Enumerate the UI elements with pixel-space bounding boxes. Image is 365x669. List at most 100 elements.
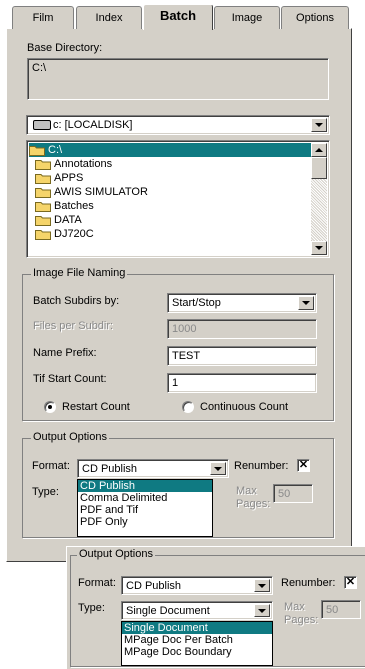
tab-film[interactable]: Film [12,6,74,29]
base-directory-label: Base Directory: [27,42,103,54]
format-value-2: CD Publish [126,580,182,592]
renumber-label: Renumber: [234,460,289,472]
max-pages-value: 50 [278,488,291,500]
format-option[interactable]: PDF and Tif [78,504,212,516]
renumber-checkbox-2[interactable]: ✕ [344,576,357,589]
max-pages-input-2[interactable]: 50 [321,600,361,619]
folder-list-item[interactable]: Annotations [29,157,327,171]
batch-subdirs-label: Batch Subdirs by: [33,295,120,307]
folder-list[interactable]: C:\ Annotations APPS AWIS SIMULATOR Batches D… [26,140,330,258]
files-per-subdir-label: Files per Subdir: [33,320,114,332]
pages-label-2: Pages: [284,614,319,626]
scroll-thumb[interactable] [311,157,327,179]
type-dropdown-list[interactable]: Single Document MPage Doc Per Batch MPag… [121,621,273,666]
chevron-up-icon [315,148,323,152]
tab-image[interactable]: Image [214,6,280,29]
folder-icon [35,215,51,226]
output-options-legend-2: Output Options [77,548,155,560]
files-per-subdir-input[interactable]: 1000 [167,319,317,339]
folder-name: DJ720C [54,228,94,240]
type-dropdown-button-2[interactable] [254,604,270,617]
open-folder-icon [29,145,45,156]
type-option[interactable]: MPage Doc Per Batch [122,634,272,646]
tif-start-count-label: Tif Start Count: [33,373,107,385]
chevron-down-icon [302,301,310,305]
folder-icon [35,173,51,184]
continuous-count-radio[interactable]: Continuous Count [182,401,288,413]
chevron-down-icon [214,466,222,471]
type-option[interactable]: MPage Doc Boundary [122,646,272,658]
folder-icon [35,159,51,170]
restart-count-radio[interactable]: Restart Count [44,401,130,413]
drive-dropdown-button[interactable] [311,118,327,132]
batch-subdirs-dropdown-button[interactable] [298,296,314,310]
folder-list-item[interactable]: AWIS SIMULATOR [29,185,327,199]
format-value: CD Publish [82,463,138,475]
format-option[interactable]: CD Publish [78,480,212,492]
drive-select[interactable]: c: [LOCALDISK] [26,115,330,135]
batch-subdirs-select[interactable]: Start/Stop [167,293,317,313]
format-option[interactable]: PDF Only [78,516,212,528]
chevron-down-icon [315,123,323,127]
drive-value: c: [LOCALDISK] [53,119,133,131]
image-file-naming-legend: Image File Naming [31,267,128,279]
format-dropdown-button-2[interactable] [254,579,270,592]
tab-label: Index [95,12,123,24]
type-option[interactable]: Single Document [122,622,272,634]
type-value-2: Single Document [126,605,210,617]
folder-list-item[interactable]: APPS [29,171,327,185]
folder-name: APPS [54,172,84,184]
files-per-subdir-value: 1000 [172,323,197,335]
max-pages-input[interactable]: 50 [273,484,313,503]
format-select[interactable]: CD Publish [77,459,229,478]
type-select-2[interactable]: Single Document [121,601,273,620]
folder-name: DATA [54,214,82,226]
folder-rows: C:\ Annotations APPS AWIS SIMULATOR Batches D… [29,143,327,241]
format-option[interactable]: Comma Delimited [78,492,212,504]
tab-batch[interactable]: Batch [143,4,213,30]
tab-options[interactable]: Options [281,6,349,29]
base-directory-box: C:\ [27,58,329,100]
folder-icon [35,187,51,198]
folder-list-item[interactable]: Batches [29,199,327,213]
radio-button[interactable] [44,401,56,413]
tab-label: Film [32,12,54,24]
name-prefix-value: TEST [172,350,201,362]
folder-list-item[interactable]: DATA [29,213,327,227]
max-label: Max [236,485,257,497]
renumber-check-mark: ✕ [345,576,356,588]
scroll-down-button[interactable] [311,241,327,255]
renumber-label-2: Renumber: [281,577,336,589]
tab-label: Image [231,12,263,24]
type-label-2: Type: [78,602,105,614]
renumber-check-mark: ✕ [298,459,309,471]
tif-start-count-input[interactable]: 1 [167,373,317,393]
tab-index[interactable]: Index [76,6,142,29]
restart-count-label: Restart Count [62,401,130,413]
folder-list-item-selected[interactable]: C:\ [29,143,311,157]
chevron-down-icon [315,246,323,250]
format-dropdown-button[interactable] [210,462,226,475]
chevron-down-icon [258,583,266,588]
folder-name: Annotations [54,158,113,170]
chevron-down-icon [258,608,266,613]
base-directory-value: C:\ [32,62,47,74]
renumber-checkbox[interactable]: ✕ [297,459,310,472]
radio-button[interactable] [182,401,194,413]
folder-list-item[interactable]: DJ720C [29,227,327,241]
folder-name: C:\ [48,144,63,156]
name-prefix-input[interactable]: TEST [167,346,317,366]
format-select-2[interactable]: CD Publish [121,576,273,595]
name-prefix-label: Name Prefix: [33,347,97,359]
tab-label: Batch [159,8,197,23]
drive-icon [33,120,51,131]
type-label: Type: [32,486,59,498]
format-label: Format: [32,460,70,472]
format-dropdown-list[interactable]: CD Publish Comma Delimited PDF and Tif P… [77,479,213,537]
max-pages-value-2: 50 [326,604,339,616]
batch-subdirs-value: Start/Stop [172,297,221,309]
folder-icon [35,201,51,212]
folder-list-scrollbar[interactable] [311,143,327,255]
output-options-legend: Output Options [31,431,109,443]
scroll-up-button[interactable] [311,143,327,157]
